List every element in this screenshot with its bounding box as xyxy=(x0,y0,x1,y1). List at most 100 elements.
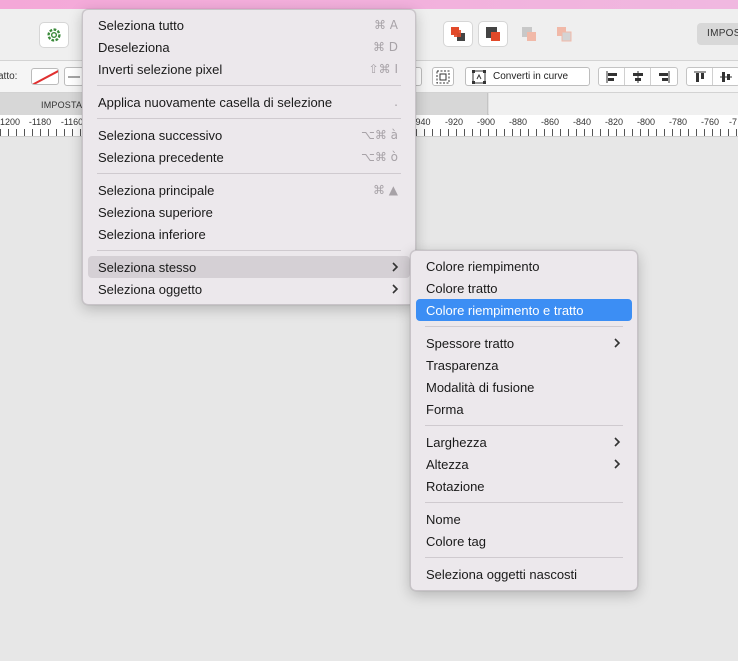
chevron-right-icon xyxy=(614,338,621,348)
line-icon xyxy=(68,75,80,78)
align-right-button[interactable] xyxy=(651,68,677,85)
ruler-label: -1160 xyxy=(59,117,85,127)
menu-item-label: Altezza xyxy=(426,456,469,472)
menu-item-label: Seleziona principale xyxy=(98,182,215,198)
menu-item-label: Colore riempimento xyxy=(426,258,540,274)
submenu-item-blend-mode[interactable]: Modalità di fusione xyxy=(416,376,632,398)
align-left-button[interactable] xyxy=(599,68,625,85)
menu-item-select-object[interactable]: Seleziona oggetto xyxy=(88,278,410,300)
submenu-item-fill-color[interactable]: Colore riempimento xyxy=(416,255,632,277)
menu-item-label: Trasparenza xyxy=(426,357,499,373)
menu-item-label: Seleziona stesso xyxy=(98,259,197,275)
menu-item-label: Seleziona precedente xyxy=(98,149,224,165)
submenu-item-shape[interactable]: Forma xyxy=(416,398,632,420)
ruler-label: -760 xyxy=(699,117,721,127)
menu-item-select-same[interactable]: Seleziona stesso xyxy=(88,256,410,278)
select-menu: Seleziona tutto ⌘ A Deseleziona ⌘ D Inve… xyxy=(82,9,416,305)
menu-separator xyxy=(97,173,401,174)
ruler-label: -800 xyxy=(635,117,657,127)
convert-to-curves-label: Converti in curve xyxy=(493,71,569,82)
ruler-label: -820 xyxy=(603,117,625,127)
tab-imposta-label: IMPOSTA xyxy=(41,100,83,110)
menu-item-deselect[interactable]: Deseleziona ⌘ D xyxy=(88,36,410,58)
ruler-label: 940 xyxy=(414,117,432,127)
align-middle-button[interactable] xyxy=(713,68,738,85)
menu-item-shortcut: ⌥⌘ à xyxy=(361,128,398,142)
menu-item-reapply-selection-box[interactable]: Applica nuovamente casella di selezione … xyxy=(88,91,410,113)
stroke-style-button[interactable] xyxy=(64,67,84,86)
send-to-back-icon xyxy=(557,27,572,42)
menu-item-select-parent[interactable]: Seleziona principale ⌘ ▲ xyxy=(88,179,410,201)
submenu-item-stroke-color[interactable]: Colore tratto xyxy=(416,277,632,299)
menu-item-invert-pixel-selection[interactable]: Inverti selezione pixel ⇧⌘ I xyxy=(88,58,410,80)
menu-separator xyxy=(425,502,623,503)
menu-separator xyxy=(425,425,623,426)
menu-item-label: Forma xyxy=(426,401,464,417)
menu-item-label: Seleziona tutto xyxy=(98,17,185,33)
ruler-label: -920 xyxy=(443,117,465,127)
align-top-icon xyxy=(693,71,706,82)
align-middle-icon xyxy=(720,71,732,82)
menu-item-label: Applica nuovamente casella di selezione xyxy=(98,94,333,110)
stroke-label: atto: xyxy=(0,71,18,82)
stroke-color-swatch[interactable] xyxy=(31,68,59,85)
arrange-bring-to-front-button[interactable] xyxy=(514,21,544,47)
settings-gear-button[interactable] xyxy=(39,22,69,48)
menu-item-label: Seleziona inferiore xyxy=(98,226,206,242)
arrange-back-button[interactable] xyxy=(478,21,508,47)
submenu-item-rotation[interactable]: Rotazione xyxy=(416,475,632,497)
arrange-front-button[interactable] xyxy=(443,21,473,47)
ruler-label: -7 xyxy=(727,117,738,127)
menu-item-shortcut: ⌘ D xyxy=(372,40,398,54)
submenu-item-height[interactable]: Altezza xyxy=(416,453,632,475)
submenu-item-tag-color[interactable]: Colore tag xyxy=(416,530,632,552)
horizontal-align-group xyxy=(598,67,678,86)
imposta-button[interactable]: IMPOS xyxy=(697,23,738,45)
chevron-right-icon xyxy=(392,284,399,294)
menu-item-select-all[interactable]: Seleziona tutto ⌘ A xyxy=(88,14,410,36)
submenu-item-stroke-width[interactable]: Spessore tratto xyxy=(416,332,632,354)
menu-item-shortcut: . xyxy=(394,95,398,109)
vertical-align-group xyxy=(686,67,738,86)
align-left-icon xyxy=(606,70,617,83)
menu-item-label: Nome xyxy=(426,511,461,527)
submenu-item-width[interactable]: Larghezza xyxy=(416,431,632,453)
menu-item-select-previous[interactable]: Seleziona precedente ⌥⌘ ò xyxy=(88,146,410,168)
menu-item-shortcut: ⌥⌘ ò xyxy=(361,150,398,164)
ruler-label: -840 xyxy=(571,117,593,127)
tab-empty[interactable] xyxy=(489,93,738,115)
menu-item-label: Rotazione xyxy=(426,478,485,494)
arrange-send-to-back-button[interactable] xyxy=(549,21,579,47)
menu-item-label: Colore tratto xyxy=(426,280,498,296)
submenu-item-fill-and-stroke-color[interactable]: Colore riempimento e tratto xyxy=(416,299,632,321)
ruler-label: -880 xyxy=(507,117,529,127)
menu-item-select-below[interactable]: Seleziona inferiore xyxy=(88,223,410,245)
convert-to-curves-button[interactable]: Converti in curve xyxy=(465,67,590,86)
convert-curves-icon xyxy=(472,69,486,84)
menu-item-select-above[interactable]: Seleziona superiore xyxy=(88,201,410,223)
submenu-item-name[interactable]: Nome xyxy=(416,508,632,530)
gear-icon xyxy=(47,28,61,42)
window-titlebar xyxy=(0,0,738,9)
bring-to-front-icon xyxy=(522,27,536,41)
chevron-right-icon xyxy=(392,262,399,272)
align-top-button[interactable] xyxy=(687,68,713,85)
send-backward-icon xyxy=(486,27,500,41)
chevron-right-icon xyxy=(614,437,621,447)
submenu-item-transparency[interactable]: Trasparenza xyxy=(416,354,632,376)
chevron-right-icon xyxy=(614,459,621,469)
menu-separator xyxy=(97,118,401,119)
submenu-item-select-hidden-objects[interactable]: Seleziona oggetti nascosti xyxy=(416,563,632,585)
align-center-button[interactable] xyxy=(625,68,651,85)
menu-item-label: Colore riempimento e tratto xyxy=(426,302,584,318)
menu-item-label: Modalità di fusione xyxy=(426,379,535,395)
align-right-icon xyxy=(659,70,670,83)
menu-item-shortcut: ⌘ ▲ xyxy=(372,183,398,197)
menu-item-select-next[interactable]: Seleziona successivo ⌥⌘ à xyxy=(88,124,410,146)
menu-separator xyxy=(97,250,401,251)
menu-item-label: Seleziona superiore xyxy=(98,204,213,220)
bring-forward-icon xyxy=(451,27,465,41)
frame-select-icon xyxy=(436,70,450,83)
frame-select-button[interactable] xyxy=(432,67,454,86)
menu-item-label: Seleziona oggetti nascosti xyxy=(426,566,578,582)
